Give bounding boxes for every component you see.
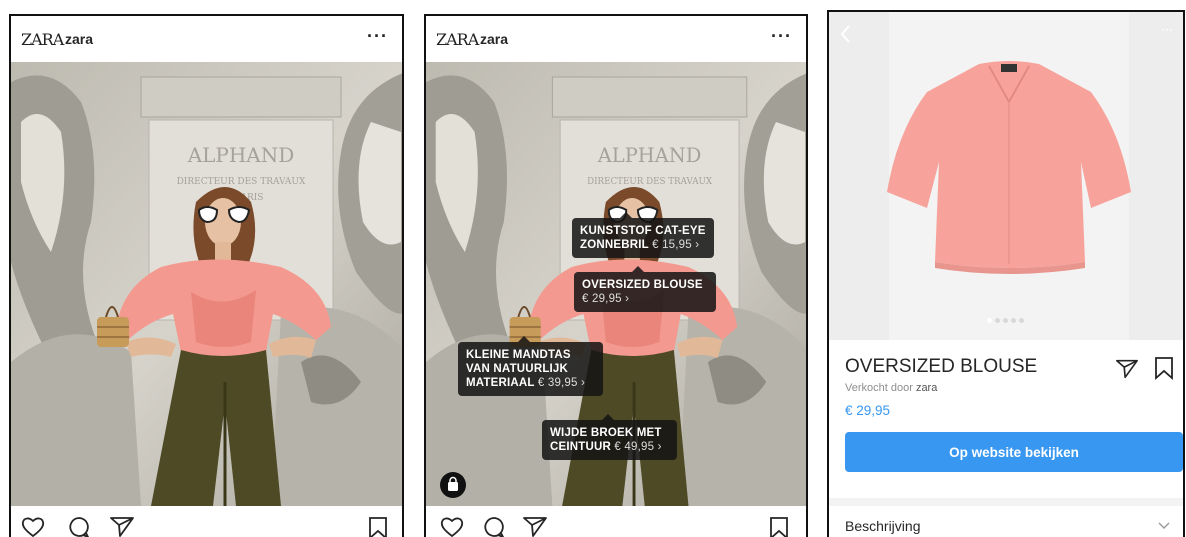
divider — [829, 498, 1183, 506]
post-actions — [426, 512, 806, 537]
product-detail-panel: ··· OVERSIZED BLOUSE Verkocht door zara … — [827, 10, 1185, 537]
post-header: ZARA zara ··· — [426, 16, 806, 62]
seller-name[interactable]: zara — [916, 382, 937, 394]
view-on-website-button[interactable]: Op website bekijken — [845, 432, 1183, 472]
post-panel-plain: ZARA zara ··· ALPHAND DIRECTEUR DES TRAV… — [9, 14, 404, 537]
description-toggle[interactable]: Beschrijving — [845, 518, 920, 534]
seller-line: Verkocht door zara — [845, 382, 937, 394]
product-tag-trousers[interactable]: WIJDE BROEK MET CEINTUUR € 49,95 › — [542, 414, 677, 460]
seller-prefix: Verkocht door — [845, 382, 913, 394]
post-photo[interactable]: ALPHAND DIRECTEUR DES TRAVAUX DE PARIS — [11, 62, 402, 506]
brand-avatar[interactable]: ZARA — [436, 30, 479, 49]
pagination-dot[interactable] — [995, 318, 1000, 323]
tag-price: € 15,95 › — [652, 239, 700, 251]
shopping-bag-button[interactable] — [440, 472, 466, 498]
inscription-line-1: ALPHAND — [597, 144, 702, 167]
share-icon[interactable] — [1115, 358, 1139, 380]
product-tag-basket[interactable]: KLEINE MANDTAS VAN NATUURLIJK MATERIAAL … — [458, 336, 603, 396]
tag-price: € 29,95 › — [582, 293, 630, 305]
tag-price: € 39,95 › — [537, 377, 586, 389]
chevron-down-icon[interactable] — [1157, 518, 1171, 532]
post-panel-shoppable: ZARA zara ··· ALPHAND DIRECTEUR DES TRAV… — [424, 14, 808, 537]
bookmark-icon[interactable] — [1153, 356, 1175, 380]
post-username[interactable]: zara — [65, 31, 93, 47]
pagination-dot[interactable] — [1003, 318, 1008, 323]
product-tag-blouse[interactable]: OVERSIZED BLOUSE € 29,95 › — [574, 266, 716, 312]
pagination-dot[interactable] — [1011, 318, 1016, 323]
comment-icon[interactable] — [67, 516, 91, 537]
product-image[interactable]: ··· — [829, 12, 1183, 340]
bookmark-icon[interactable] — [768, 516, 790, 537]
product-info: OVERSIZED BLOUSE Verkocht door zara € 29… — [829, 340, 1183, 537]
more-options-icon[interactable]: ··· — [771, 26, 792, 47]
pagination-dot[interactable] — [987, 318, 992, 323]
inscription-line-2: DIRECTEUR DES TRAVAUX — [587, 177, 713, 187]
heart-icon[interactable] — [440, 516, 464, 537]
image-pagination-dots — [987, 318, 1024, 323]
inscription-line-1: ALPHAND — [187, 143, 295, 167]
post-photo[interactable]: ALPHAND DIRECTEUR DES TRAVAUX KUNSTSTOF … — [426, 62, 806, 506]
bookmark-icon[interactable] — [367, 516, 389, 537]
inscription-line-2: DIRECTEUR DES TRAVAUX — [177, 177, 306, 187]
share-icon[interactable] — [522, 516, 548, 537]
comment-icon[interactable] — [482, 516, 506, 537]
post-header: ZARA zara ··· — [11, 16, 402, 62]
product-tag-sunglasses[interactable]: KUNSTSTOF CAT-EYE ZONNEBRIL € 15,95 › — [572, 212, 714, 258]
post-actions — [11, 512, 402, 537]
shopping-bag-icon — [448, 476, 458, 491]
more-options-icon[interactable]: ··· — [1161, 23, 1172, 37]
pagination-dot[interactable] — [1019, 318, 1024, 323]
brand-avatar[interactable]: ZARA — [21, 30, 64, 49]
tag-price: € 49,95 › — [614, 441, 662, 453]
post-username[interactable]: zara — [480, 31, 508, 47]
heart-icon[interactable] — [21, 516, 45, 537]
product-price: € 29,95 — [845, 403, 891, 418]
more-options-icon[interactable]: ··· — [367, 26, 388, 47]
tag-name: OVERSIZED BLOUSE — [582, 279, 703, 291]
product-title: OVERSIZED BLOUSE — [845, 356, 1038, 377]
share-icon[interactable] — [109, 516, 135, 537]
